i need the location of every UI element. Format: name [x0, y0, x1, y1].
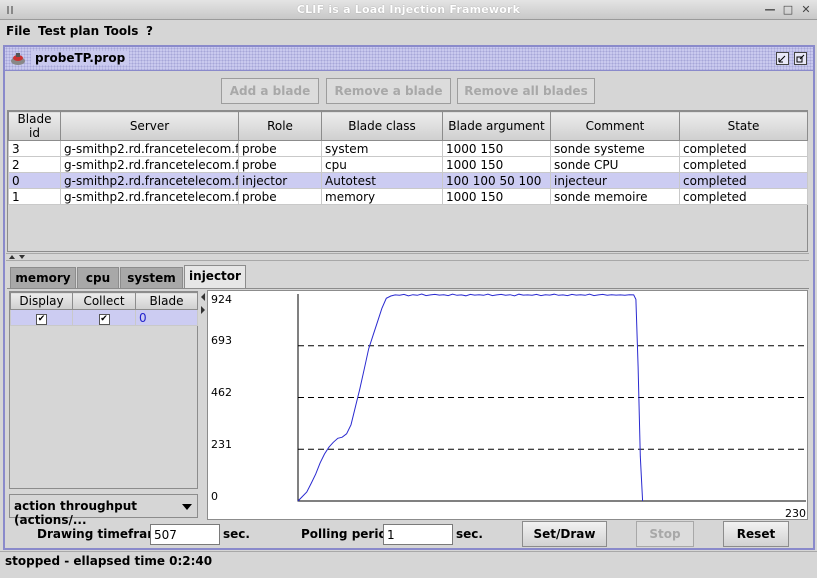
remove-all-blades-button[interactable]: Remove all blades — [457, 78, 595, 104]
blade-argument-cell[interactable]: 100 100 50 100 — [442, 172, 551, 189]
comment-cell[interactable]: sonde CPU — [550, 156, 680, 173]
test-plan-icon — [11, 53, 25, 65]
series-table: Display Collect Blade ✔ ✔ 0 — [9, 291, 198, 489]
table-row[interactable]: ✔ ✔ 0 — [10, 309, 198, 326]
chart-plot — [297, 293, 806, 502]
blade-class-cell[interactable]: Autotest — [321, 172, 443, 189]
blade-argument-cell[interactable]: 1000 150 — [442, 188, 551, 205]
display-checkbox-cell[interactable]: ✔ — [10, 309, 73, 326]
reset-button[interactable]: Reset — [723, 521, 789, 547]
timeframe-unit: sec. — [223, 527, 250, 541]
blade-argument-cell[interactable]: 1000 150 — [442, 156, 551, 173]
state-cell[interactable]: completed — [679, 188, 808, 205]
column-header-blade[interactable]: Blade — [135, 292, 198, 310]
stop-button[interactable]: Stop — [636, 521, 694, 547]
blade-id-cell[interactable]: 2 — [8, 156, 61, 173]
timeframe-input[interactable] — [150, 524, 220, 545]
remove-blade-button[interactable]: Remove a blade — [326, 78, 451, 104]
splitter-arrows-icon[interactable] — [8, 254, 28, 260]
status-bar: stopped - ellapsed time 0:2:40 — [0, 551, 817, 571]
display-checkbox[interactable]: ✔ — [36, 314, 47, 325]
role-cell[interactable]: probe — [238, 188, 322, 205]
column-header-display[interactable]: Display — [10, 292, 73, 310]
window-title-bar[interactable]: CLIF is a Load Injection Framework — □ ✕ — [0, 0, 817, 20]
minimize-icon[interactable]: — — [763, 3, 777, 16]
column-header-role[interactable]: Role — [238, 111, 322, 141]
blade-argument-cell[interactable]: 1000 150 — [442, 140, 551, 157]
iconify-icon[interactable] — [776, 52, 789, 65]
collect-checkbox[interactable]: ✔ — [98, 314, 110, 325]
frame-title-bar[interactable]: probeTP.prop — [5, 47, 813, 71]
server-cell[interactable]: g-smithp2.rd.francetelecom.fr — [60, 172, 239, 189]
close-icon[interactable]: ✕ — [799, 3, 813, 16]
blade-id-cell[interactable]: 0 — [8, 172, 61, 189]
blade-id-cell[interactable]: 3 — [8, 140, 61, 157]
table-row[interactable]: 1 g-smithp2.rd.francetelecom.fr probe memor… — [8, 188, 808, 205]
table-header: Blade id Server Role Blade class Blade argum… — [8, 111, 808, 141]
state-cell[interactable]: completed — [679, 140, 808, 157]
maximize-icon[interactable]: □ — [781, 3, 795, 16]
menu-tools[interactable]: Tools — [104, 24, 138, 38]
tab-system[interactable]: system — [120, 267, 183, 288]
blades-table: Blade id Server Role Blade class Blade argum… — [7, 110, 808, 252]
table-row[interactable]: 3 g-smithp2.rd.francetelecom.fr probe syste… — [8, 140, 808, 157]
column-header-comment[interactable]: Comment — [550, 111, 680, 141]
tab-cpu[interactable]: cpu — [77, 267, 119, 288]
collect-checkbox-cell[interactable]: ✔ — [72, 309, 136, 326]
blade-class-cell[interactable]: cpu — [321, 156, 443, 173]
comment-cell[interactable]: sonde memoire — [550, 188, 680, 205]
server-cell[interactable]: g-smithp2.rd.francetelecom.fr — [60, 156, 239, 173]
table-row[interactable]: 2 g-smithp2.rd.francetelecom.fr probe cpu 10… — [8, 156, 808, 173]
menu-test-plan[interactable]: Test plan — [38, 24, 99, 38]
throughput-chart: 924 693 462 231 0 230 — [207, 290, 808, 520]
frame-title: probeTP.prop — [31, 51, 130, 65]
state-cell[interactable]: completed — [679, 156, 808, 173]
role-cell[interactable]: probe — [238, 156, 322, 173]
polling-input[interactable] — [383, 524, 453, 545]
add-blade-button[interactable]: Add a blade — [221, 78, 319, 104]
collapse-arrows-icon[interactable] — [200, 292, 206, 316]
column-header-state[interactable]: State — [679, 111, 808, 141]
metric-select[interactable]: action throughput (actions/... — [9, 494, 198, 527]
comment-cell[interactable]: sonde systeme — [550, 140, 680, 157]
tab-injector[interactable]: injector — [184, 265, 246, 289]
tab-memory[interactable]: memory — [10, 267, 76, 288]
maximize-frame-icon[interactable] — [794, 52, 807, 65]
state-cell[interactable]: completed — [679, 172, 808, 189]
set-draw-button[interactable]: Set/Draw — [522, 521, 607, 547]
column-header-blade-class[interactable]: Blade class — [321, 111, 443, 141]
blade-id-cell[interactable]: 0 — [135, 309, 198, 326]
blade-class-cell[interactable]: system — [321, 140, 443, 157]
window-title: CLIF is a Load Injection Framework — [296, 3, 521, 16]
server-cell[interactable]: g-smithp2.rd.francetelecom.fr — [60, 188, 239, 205]
column-header-collect[interactable]: Collect — [72, 292, 136, 310]
polling-unit: sec. — [456, 527, 483, 541]
server-cell[interactable]: g-smithp2.rd.francetelecom.fr — [60, 140, 239, 157]
blade-class-cell[interactable]: memory — [321, 188, 443, 205]
menu-file[interactable]: File — [6, 24, 31, 38]
table-row[interactable]: 0 g-smithp2.rd.francetelecom.fr injector Au… — [8, 172, 808, 189]
role-cell[interactable]: probe — [238, 140, 322, 157]
comment-cell[interactable]: injecteur — [550, 172, 680, 189]
blade-id-cell[interactable]: 1 — [8, 188, 61, 205]
column-header-blade-id[interactable]: Blade id — [8, 111, 61, 141]
chevron-down-icon[interactable] — [182, 504, 192, 510]
role-cell[interactable]: injector — [238, 172, 322, 189]
menu-bar: File Test plan Tools ? — [0, 21, 817, 42]
menu-help[interactable]: ? — [146, 24, 153, 38]
column-header-server[interactable]: Server — [60, 111, 239, 141]
split-pane-divider[interactable] — [6, 253, 809, 261]
column-header-blade-argument[interactable]: Blade argument — [442, 111, 551, 141]
